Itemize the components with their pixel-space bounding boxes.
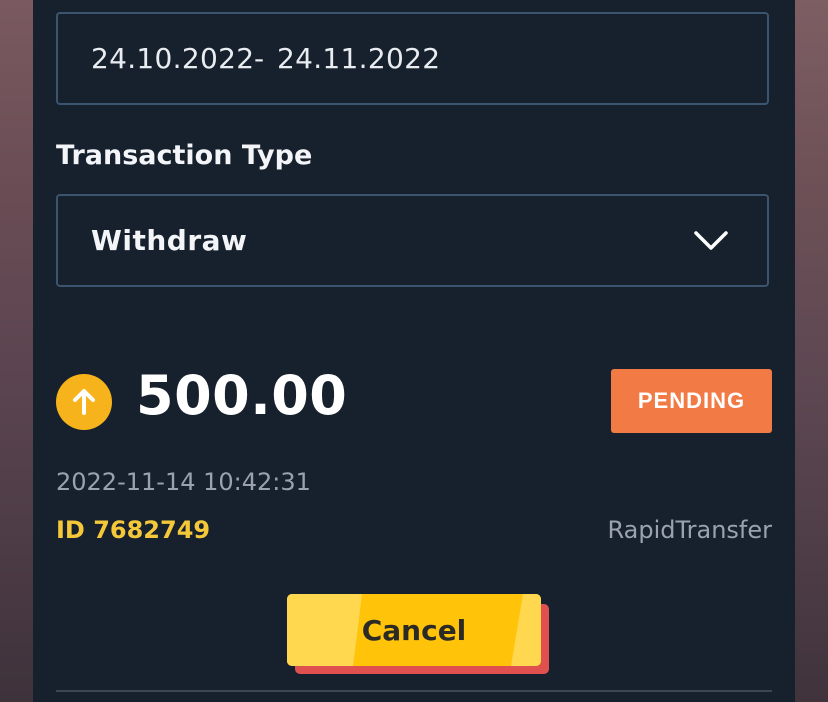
transaction-id: ID 7682749 — [56, 516, 211, 544]
chevron-down-icon[interactable] — [693, 229, 729, 253]
status-badge: PENDING — [611, 369, 772, 433]
transaction-timestamp: 2022-11-14 10:42:31 — [56, 468, 311, 496]
transaction-type-select[interactable]: Withdraw — [56, 194, 769, 287]
transaction-type-value: Withdraw — [91, 224, 248, 257]
date-to[interactable]: 24.11.2022 — [277, 42, 440, 75]
payment-method: RapidTransfer — [607, 516, 773, 544]
transaction-history-panel: 24.10.2022 - 24.11.2022 Transaction Type… — [33, 0, 795, 702]
cancel-button-label: Cancel — [361, 613, 467, 647]
transaction-amount: 500.00 — [136, 364, 348, 427]
transaction-type-label: Transaction Type — [56, 140, 313, 171]
cancel-button[interactable]: Cancel — [287, 594, 549, 674]
date-from[interactable]: 24.10.2022 — [91, 42, 254, 75]
background-left — [0, 0, 33, 702]
background-right — [795, 0, 828, 702]
date-range-field[interactable]: 24.10.2022 - 24.11.2022 — [56, 12, 769, 105]
divider — [56, 690, 772, 692]
date-separator: - — [254, 42, 265, 75]
arrow-up-icon — [56, 374, 112, 430]
cancel-button-face[interactable]: Cancel — [287, 594, 541, 666]
